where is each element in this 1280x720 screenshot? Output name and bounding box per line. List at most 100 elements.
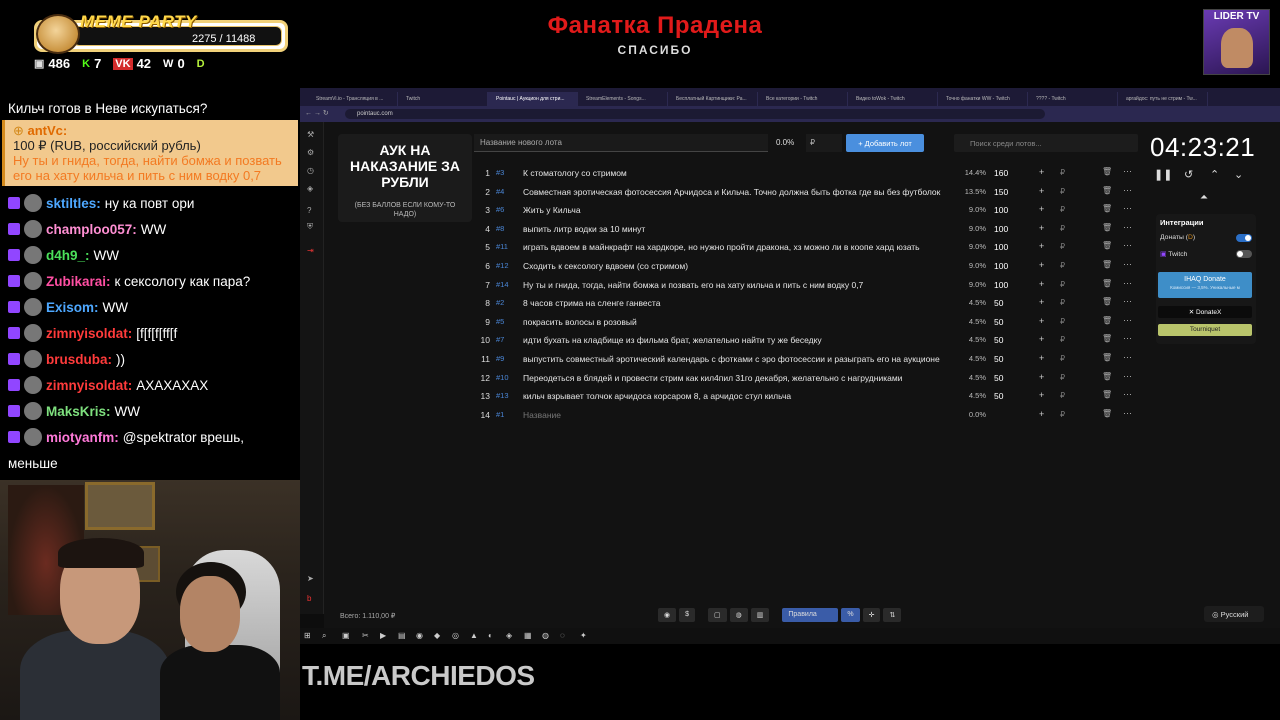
github-button[interactable]: ◉	[658, 608, 677, 622]
lot-title[interactable]: Ну ты и гнида, тогда, найти бомжа и позв…	[523, 280, 955, 290]
more-icon[interactable]: ⋯	[1123, 315, 1132, 326]
randomize-button[interactable]: ◍	[729, 608, 748, 622]
more-icon[interactable]: ⋯	[1123, 222, 1132, 233]
lot-amount[interactable]: 50	[994, 354, 1003, 364]
layout-button[interactable]: ▥	[750, 608, 770, 622]
browser-tab[interactable]: Все категории - Twitch	[758, 92, 848, 106]
chat-username[interactable]: sktiltles:	[46, 196, 101, 211]
lot-row[interactable]: 11 #9 выпустить совместный эротический кал…	[476, 350, 1146, 369]
donations-toggle[interactable]	[1236, 234, 1252, 242]
collapse-icon[interactable]: ⏶	[1200, 192, 1208, 203]
plus-icon[interactable]: +	[1039, 223, 1044, 233]
plus-icon[interactable]: +	[1039, 279, 1044, 289]
lot-row[interactable]: 8 #2 8 часов стрима на сленге ганвеста 4.5%…	[476, 294, 1146, 313]
chat-username[interactable]: brusduba:	[46, 352, 112, 367]
lot-amount[interactable]: 100	[994, 224, 1008, 234]
trash-icon[interactable]: 🗑︎	[1102, 334, 1112, 343]
trash-icon[interactable]: 🗑︎	[1102, 297, 1112, 306]
more-icon[interactable]: ⋯	[1123, 333, 1132, 344]
taskbar-app-icon[interactable]: ✦	[580, 631, 587, 640]
browser-icon[interactable]: ◉	[416, 631, 423, 640]
lot-amount[interactable]: 150	[994, 187, 1008, 197]
lot-title[interactable]: Переодеться в блядей и провести стрим ка…	[523, 373, 955, 383]
browser-tab[interactable]: StreamVi.io - Трансляция в ...	[308, 92, 398, 106]
lot-amount[interactable]: 50	[994, 373, 1003, 383]
browser-tab[interactable]: Pointauc | Аукцион для стри...	[488, 92, 578, 106]
help-icon[interactable]: ?	[307, 206, 311, 215]
trash-icon[interactable]: 🗑︎	[1102, 353, 1112, 362]
lot-amount[interactable]: 100	[994, 205, 1008, 215]
donatex-button[interactable]: ✕ DonateX	[1158, 306, 1252, 318]
lot-row[interactable]: 14 #1 Название 0.0% + ₽ 🗑︎ ⋯	[476, 406, 1146, 425]
chat-username[interactable]: Zubikarai:	[46, 274, 111, 289]
lot-title[interactable]: Совместная эротическая фотосессия Арчидо…	[523, 187, 955, 197]
lot-amount[interactable]: 50	[994, 298, 1003, 308]
lot-title[interactable]: К стоматологу со стримом	[523, 168, 955, 178]
plus-icon[interactable]: +	[1039, 353, 1044, 363]
chevron-down-icon[interactable]: ⌄	[1234, 168, 1243, 181]
trash-icon[interactable]: 🗑︎	[1102, 260, 1112, 269]
taskbar-app-icon[interactable]: ◐	[488, 631, 493, 640]
lot-row[interactable]: 1 #3 К стоматологу со стримом 14.4% 160 + ₽ 🗑︎ ⋯	[476, 164, 1146, 183]
logout-icon[interactable]: ⇥	[307, 246, 314, 255]
rules-button[interactable]: Правила	[782, 608, 839, 622]
windows-icon[interactable]: ⊞	[304, 631, 311, 640]
telegram-icon[interactable]: ➤	[307, 574, 314, 583]
twitch-toggle[interactable]	[1236, 250, 1252, 258]
add-lot-button[interactable]: + Добавить лот	[846, 134, 924, 152]
lot-row[interactable]: 4 #8 выпить литр водки за 10 минут 9.0% 100 +…	[476, 220, 1146, 239]
trash-icon[interactable]: 🗑︎	[1102, 316, 1112, 325]
lot-amount[interactable]: 50	[994, 335, 1003, 345]
lot-amount[interactable]: 100	[994, 242, 1008, 252]
more-icon[interactable]: ⋯	[1123, 352, 1132, 363]
lot-title[interactable]: идти бухать на кладбище из фильма брат, …	[523, 335, 955, 345]
lot-amount[interactable]: 100	[994, 280, 1008, 290]
trash-icon[interactable]: 🗑︎	[1102, 186, 1112, 195]
ihaq-donate-button[interactable]: IHAQ Donate Комиссия — 3,5%. Уникальные м	[1158, 272, 1252, 298]
plus-icon[interactable]: +	[1039, 372, 1044, 382]
more-icon[interactable]: ⋯	[1123, 203, 1132, 214]
gear-icon[interactable]: ⚙	[307, 148, 314, 157]
sort-button[interactable]: ⇅	[883, 608, 902, 622]
new-lot-input[interactable]: Название нового лота	[474, 134, 768, 152]
lot-row[interactable]: 10 #7 идти бухать на кладбище из фильма бр…	[476, 331, 1146, 350]
language-select[interactable]: ◎ Русский	[1204, 606, 1264, 622]
taskbar-app-icon[interactable]: ◎	[452, 631, 459, 640]
plus-icon[interactable]: +	[1039, 409, 1044, 419]
more-icon[interactable]: ⋯	[1123, 408, 1132, 419]
lot-title[interactable]: играть вдвоем в майнкрафт на хардкоре, н…	[523, 242, 955, 252]
taskbar-app-icon[interactable]: ▣	[342, 631, 350, 640]
lot-title[interactable]: покрасить волосы в розовый	[523, 317, 955, 327]
taskbar-app-icon[interactable]: ◈	[506, 631, 512, 640]
lot-row[interactable]: 5 #11 играть вдвоем в майнкрафт на хардкор…	[476, 238, 1146, 257]
trash-icon[interactable]: 🗑︎	[1102, 279, 1112, 288]
plus-icon[interactable]: +	[1039, 167, 1044, 177]
chevron-up-icon[interactable]: ⌃	[1210, 168, 1219, 181]
taskbar-app-icon[interactable]: ◆	[434, 631, 440, 640]
lot-title[interactable]: Название	[523, 410, 955, 420]
delete-all-button[interactable]: ▢	[708, 608, 727, 622]
plus-icon[interactable]: +	[1039, 204, 1044, 214]
browser-tab[interactable]: Бесплатный Картинщики: Ра...	[668, 92, 758, 106]
trash-icon[interactable]: 🗑︎	[1102, 372, 1112, 381]
trash-icon[interactable]: 🗑︎	[1102, 167, 1112, 176]
chat-username[interactable]: d4h9_:	[46, 248, 90, 263]
taskbar-app-icon[interactable]: ✂	[362, 631, 369, 640]
nav-arrows-icon[interactable]: ← → ↻	[305, 109, 329, 117]
plus-icon[interactable]: +	[1039, 316, 1044, 326]
lot-search-input[interactable]: Поиск среди лотов...	[954, 134, 1138, 152]
pause-icon[interactable]: ❚❚	[1154, 168, 1172, 181]
lot-row[interactable]: 3 #6 Жить у Кильча 9.0% 100 + ₽ 🗑︎ ⋯	[476, 201, 1146, 220]
browser-tab[interactable]: Видео toWok - Twitch	[848, 92, 938, 106]
browser-tab[interactable]: StreamElements - Songs...	[578, 92, 668, 106]
lot-row[interactable]: 6 #12 Сходить к сексологу вдвоем (со стрим…	[476, 257, 1146, 276]
percent-button[interactable]: %	[841, 608, 860, 622]
more-icon[interactable]: ⋯	[1123, 278, 1132, 289]
taskbar-app-icon[interactable]: ◌	[560, 631, 565, 640]
lot-row[interactable]: 13 #13 кильч взрывает толчок арчидоса корс…	[476, 387, 1146, 406]
lot-title[interactable]: кильч взрывает толчок арчидоса корсаром …	[523, 391, 955, 401]
more-icon[interactable]: ⋯	[1123, 259, 1132, 270]
chat-username[interactable]: miotyanfm:	[46, 430, 119, 445]
plus-icon[interactable]: +	[1039, 241, 1044, 251]
lot-title[interactable]: Жить у Кильча	[523, 205, 955, 215]
